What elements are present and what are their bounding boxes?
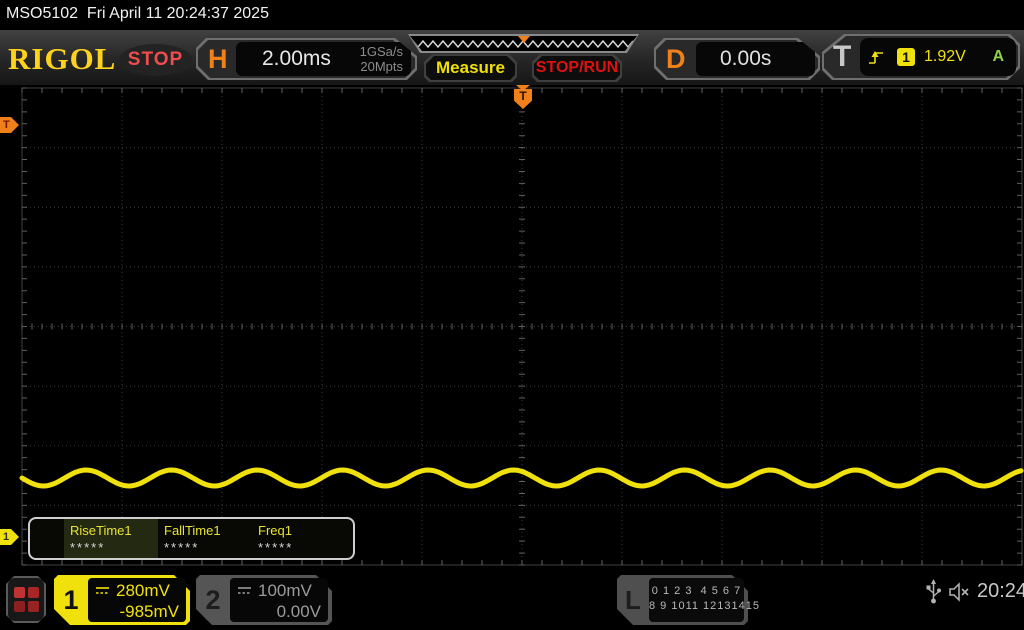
display-grid-button[interactable] (6, 576, 46, 623)
preview-trigger-position-icon (518, 36, 530, 43)
trigger-position-marker[interactable]: T (514, 85, 532, 109)
usb-icon (926, 579, 941, 604)
measure-button-fill: Measure (426, 56, 515, 80)
trigger-mode: A (992, 48, 1004, 65)
logic-inner: 0 1 2 3 4 5 6 7 8 9 1011 12131415 (649, 578, 760, 622)
graticule-area: T T 1 RiseTime1 ***** FallTime1 ***** Fr… (0, 85, 1024, 567)
trigger-level-value: 1.92V (924, 48, 966, 65)
acquisition-status-badge: STOP (119, 44, 192, 76)
measurement-item-falltime[interactable]: FallTime1 ***** (158, 519, 252, 558)
measurement-value: ***** (70, 540, 106, 555)
speaker-muted-icon (949, 582, 969, 602)
top-status-strip: MSO5102 Fri April 11 20:24:37 2025 (0, 0, 1024, 30)
sample-rate-block: 1GSa/s 20Mpts (360, 44, 403, 74)
measure-button-label: Measure (436, 58, 505, 77)
stop-run-button[interactable]: STOP/RUN (532, 54, 622, 82)
horizontal-label: H (208, 44, 228, 74)
measurement-value: ***** (258, 540, 294, 555)
graticule-grid-and-trace (19, 87, 1024, 566)
dc-coupling-icon (96, 587, 109, 594)
channel1-offset: -985mV (119, 602, 179, 621)
header-bar: RIGOL STOP H 2.00ms 1GSa/s 20Mpts Measur… (0, 30, 1024, 85)
channel2-inner: 100mV 0.00V (230, 578, 328, 622)
rigol-logo: RIGOL (8, 41, 117, 76)
trigger-source-badge: 1 (897, 48, 915, 66)
bottom-bar: 1 280mV -985mV 2 100mV 0.00V L 0 1 2 3 4… (0, 567, 1024, 630)
stop-run-button-label: STOP/RUN (535, 59, 619, 76)
horizontal-inner-box: 2.00ms 1GSa/s 20Mpts (236, 42, 411, 76)
delay-inner-box: 0.00s (696, 42, 815, 76)
acquisition-status-label: STOP (127, 49, 184, 70)
measure-button[interactable]: Measure (424, 54, 517, 82)
sample-rate: 1GSa/s (359, 44, 403, 59)
channel2-number: 2 (205, 584, 221, 615)
model-and-datetime: MSO5102 Fri April 11 20:24:37 2025 (6, 5, 269, 22)
channel1-inner: 280mV -985mV (88, 578, 186, 622)
four-squares-icon (14, 587, 39, 612)
logic-row-1: 0 1 2 3 4 5 6 7 (651, 585, 742, 597)
measurement-value: ***** (164, 540, 200, 555)
channel2-offset: 0.00V (276, 602, 321, 621)
measurement-name: Freq1 (258, 523, 292, 538)
channel2-box[interactable]: 2 100mV 0.00V (196, 575, 332, 625)
measurement-name: RiseTime1 (70, 523, 132, 538)
stop-run-button-fill: STOP/RUN (534, 56, 620, 80)
dc-coupling-icon (238, 587, 251, 594)
waveform-preview-strip[interactable] (408, 34, 639, 53)
logic-row-2: 8 9 1011 12131415 (649, 600, 760, 612)
delay-box[interactable]: D 0.00s (654, 38, 820, 80)
logic-channels-box[interactable]: L 0 1 2 3 4 5 6 7 8 9 1011 12131415 (617, 575, 760, 625)
channel2-scale: 100mV (258, 580, 312, 600)
trigger-box[interactable]: T 1 1.92V A (822, 34, 1020, 80)
channel1-box[interactable]: 1 280mV -985mV (54, 575, 190, 625)
measurement-item-risetime[interactable]: RiseTime1 ***** (64, 519, 158, 558)
channel1-scale: 280mV (116, 580, 170, 600)
delay-label: D (666, 44, 686, 74)
trigger-label: T (833, 40, 852, 73)
delay-value: 0.00s (720, 47, 772, 70)
measurement-item-freq[interactable]: Freq1 ***** (252, 519, 346, 558)
display-grid-button-fill (8, 578, 44, 621)
trigger-inner-box: 1 1.92V A (860, 38, 1016, 76)
clock: 20:24 (977, 580, 1024, 602)
rising-edge-icon (868, 48, 885, 66)
channel1-number: 1 (63, 584, 79, 615)
memory-depth: 20Mpts (360, 59, 403, 74)
logic-label: L (625, 584, 641, 615)
measurement-name: FallTime1 (164, 523, 221, 538)
measurement-panel[interactable]: RiseTime1 ***** FallTime1 ***** Freq1 **… (28, 517, 355, 560)
timebase-value: 2.00ms (262, 47, 331, 70)
trigger-position-t-icon: T (514, 89, 532, 109)
horizontal-settings-box[interactable]: H 2.00ms 1GSa/s 20Mpts (196, 38, 417, 80)
